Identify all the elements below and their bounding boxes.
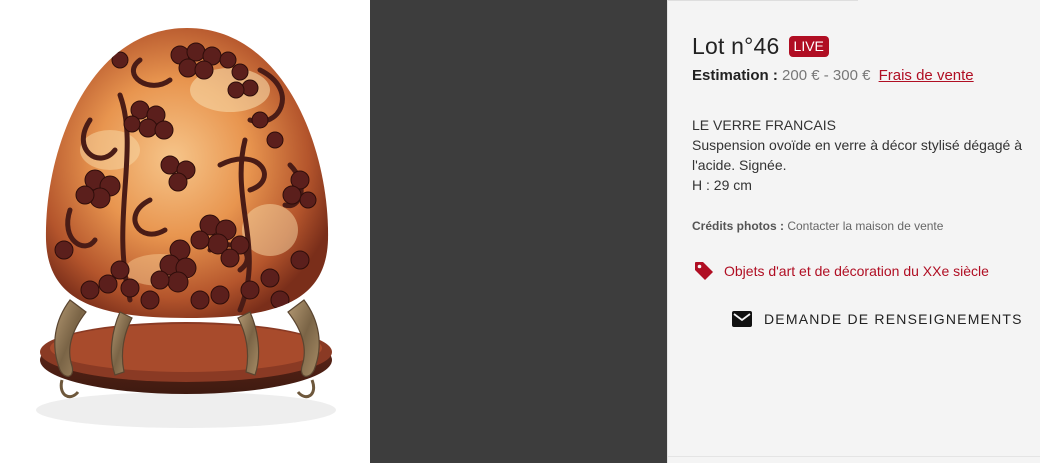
description-dimension: H : 29 cm — [692, 177, 752, 193]
mail-icon — [732, 311, 752, 327]
estimate-value: 200 € - 300 € — [782, 67, 871, 84]
photo-credits: Crédits photos : Contacter la maison de … — [692, 219, 943, 233]
credits-label: Crédits photos : — [692, 219, 784, 233]
inquiry-button[interactable]: DEMANDE DE RENSEIGNEMENTS — [732, 311, 1023, 327]
description-text: Suspension ovoïde en verre à décor styli… — [692, 137, 1022, 173]
fees-link[interactable]: Frais de vente — [879, 67, 974, 84]
divider — [668, 0, 858, 1]
credits-value: Contacter la maison de vente — [787, 219, 944, 233]
lot-photo[interactable] — [0, 0, 370, 463]
live-badge: LIVE — [788, 36, 829, 57]
category-label: Objets d'art et de décoration du XXe siè… — [724, 263, 989, 279]
lot-header: Lot n°46 LIVE — [692, 33, 829, 60]
lot-info-panel: Lot n°46 LIVE Estimation : 200 € - 300 €… — [667, 0, 1040, 463]
lamp-image — [36, 28, 336, 428]
description-maker: LE VERRE FRANCAIS — [692, 117, 836, 133]
lot-description: LE VERRE FRANCAIS Suspension ovoïde en v… — [692, 115, 1037, 195]
category-link[interactable]: Objets d'art et de décoration du XXe siè… — [692, 259, 989, 283]
estimate-label: Estimation : — [692, 67, 778, 84]
lot-title: Lot n°46 — [692, 33, 780, 59]
tag-icon — [692, 259, 716, 283]
image-viewer-background — [370, 0, 667, 463]
estimate-row: Estimation : 200 € - 300 € Frais de vent… — [692, 67, 974, 84]
inquiry-label: DEMANDE DE RENSEIGNEMENTS — [764, 311, 1023, 327]
divider — [668, 456, 1040, 457]
